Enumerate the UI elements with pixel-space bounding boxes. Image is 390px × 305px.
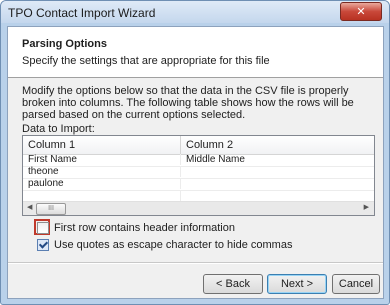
- table-cell: Middle Name: [186, 154, 245, 165]
- instructions-text: Modify the options below so that the dat…: [22, 85, 354, 121]
- title-bar[interactable]: TPO Contact Import Wizard ✕: [1, 1, 389, 23]
- close-icon: ✕: [356, 5, 366, 18]
- back-button[interactable]: < Back: [203, 274, 263, 294]
- scroll-right-icon[interactable]: ▶: [364, 203, 369, 211]
- column-header-1[interactable]: Column 1: [23, 136, 181, 154]
- table-cell: [23, 190, 181, 201]
- cancel-button[interactable]: Cancel: [332, 274, 380, 294]
- next-button[interactable]: Next >: [267, 274, 327, 294]
- preview-table[interactable]: Column 1 Column 2 First Name Middle Name…: [22, 135, 375, 216]
- scroll-thumb[interactable]: III: [36, 203, 66, 215]
- page-title: Parsing Options: [22, 38, 107, 50]
- wizard-header: Parsing Options Specify the settings tha…: [8, 27, 383, 78]
- wizard-window: TPO Contact Import Wizard ✕ Parsing Opti…: [0, 0, 390, 305]
- window-title: TPO Contact Import Wizard: [8, 6, 156, 20]
- page-subtitle: Specify the settings that are appropriat…: [22, 55, 270, 67]
- table-cell: paulone: [23, 178, 181, 189]
- wizard-body: Parsing Options Specify the settings tha…: [7, 26, 384, 299]
- table-cell: theone: [23, 166, 181, 177]
- quotes-escape-label[interactable]: Use quotes as escape character to hide c…: [54, 239, 292, 251]
- table-header: Column 1 Column 2: [23, 136, 374, 155]
- data-to-import-label: Data to Import:: [22, 123, 95, 135]
- table-cell: First Name: [23, 154, 181, 165]
- footer-separator: [8, 262, 383, 264]
- header-row-checkbox[interactable]: [37, 222, 49, 234]
- header-row-label[interactable]: First row contains header information: [54, 222, 235, 234]
- quotes-escape-checkbox[interactable]: [37, 239, 49, 251]
- horizontal-scrollbar[interactable]: ◀ III ▶: [23, 201, 374, 215]
- column-header-2[interactable]: Column 2: [181, 136, 374, 154]
- scroll-left-icon[interactable]: ◀: [27, 203, 32, 211]
- close-button[interactable]: ✕: [340, 2, 382, 21]
